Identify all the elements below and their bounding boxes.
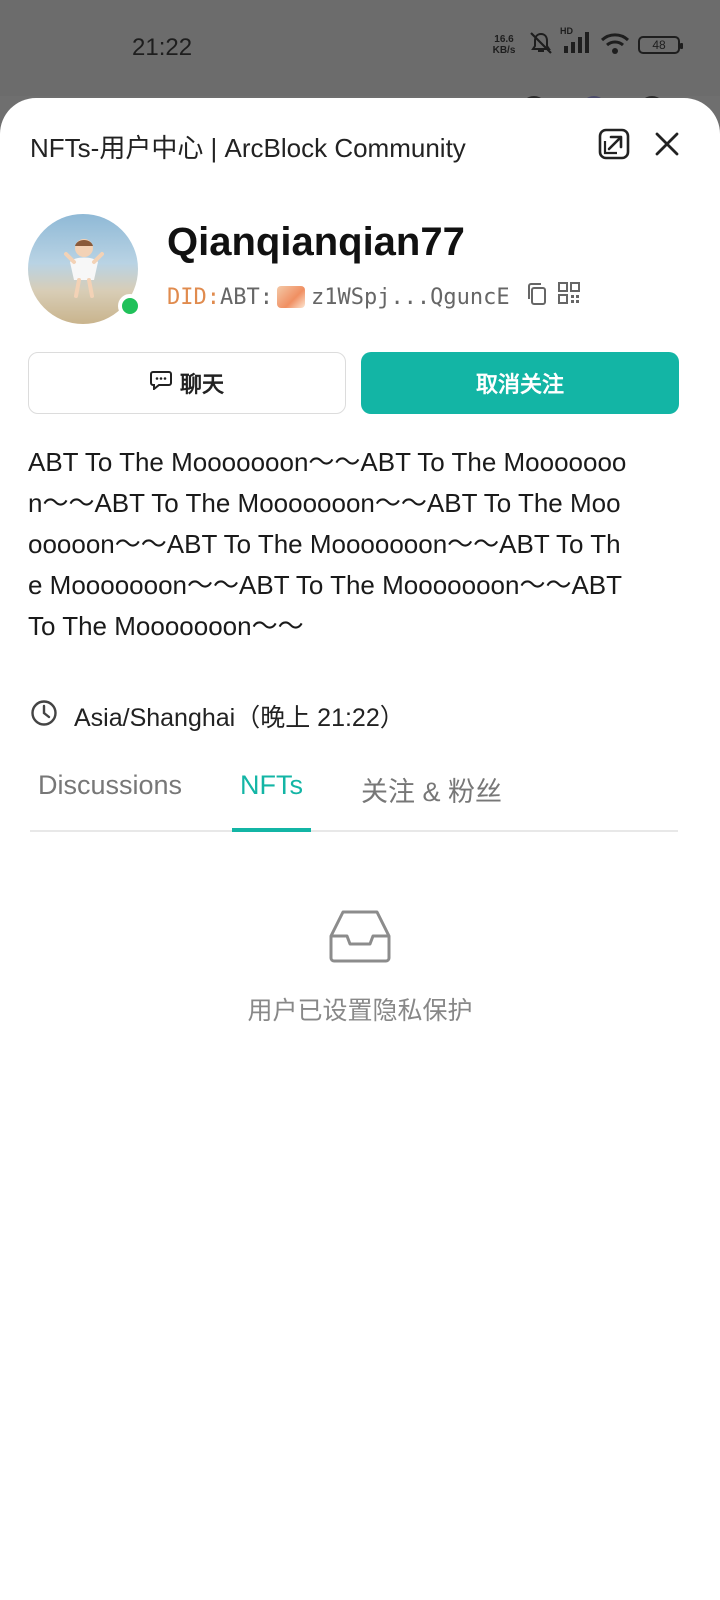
net-speed: 16.6 KB/s <box>492 34 516 56</box>
timezone-text: Asia/Shanghai（晚上 21:22） <box>74 704 405 732</box>
tab-nfts[interactable]: NFTs <box>232 748 312 832</box>
chat-button[interactable]: 聊天 <box>28 352 346 414</box>
did-chain: ABT: <box>219 284 273 310</box>
mute-icon <box>528 31 554 60</box>
sheet-title: NFTs-用户中心 | ArcBlock Community <box>30 133 466 163</box>
copy-icon[interactable] <box>526 282 548 312</box>
avatar-figure <box>64 239 104 298</box>
unfollow-button[interactable]: 取消关注 <box>361 352 679 414</box>
signal-icon: HD <box>560 26 592 59</box>
tab-follow-fans[interactable]: 关注 & 粉丝 <box>353 748 510 830</box>
battery-icon: 48 <box>638 36 683 54</box>
tab-discussions[interactable]: Discussions <box>30 748 190 830</box>
close-icon[interactable] <box>647 124 687 164</box>
did-avatar-thumb <box>276 286 305 308</box>
did-row: DID: ABT: z1WSpj...QguncE <box>167 282 580 312</box>
open-external-icon[interactable] <box>594 124 634 164</box>
online-status-dot <box>118 294 142 318</box>
inbox-icon <box>329 910 391 963</box>
bottom-sheet: NFTs-用户中心 | ArcBlock Community Qianqianq… <box>0 98 720 1600</box>
did-address: z1WSpj...QguncE <box>310 284 510 310</box>
clock-icon <box>30 699 58 734</box>
profile-tabs: Discussions NFTs 关注 & 粉丝 <box>30 748 678 832</box>
status-bar: 21:22 16.6 KB/s HD 48 <box>0 0 720 96</box>
chat-icon <box>149 370 172 396</box>
timezone-row: Asia/Shanghai（晚上 21:22） <box>30 698 405 734</box>
qrcode-icon[interactable] <box>557 282 580 312</box>
chat-button-label: 聊天 <box>179 372 224 397</box>
wifi-icon <box>600 32 630 59</box>
did-prefix: DID: <box>167 284 220 310</box>
unfollow-button-label: 取消关注 <box>475 372 564 397</box>
empty-state: 用户已设置隐私保护 <box>0 908 720 1027</box>
empty-state-text: 用户已设置隐私保护 <box>247 997 473 1025</box>
status-icons: 16.6 KB/s HD 48 <box>488 26 683 60</box>
status-time: 21:22 <box>132 34 193 61</box>
username: Qianqianqian77 <box>167 220 465 264</box>
profile-bio: ABT To The Mooooooon～～ABT To The Moooooo… <box>28 447 627 641</box>
